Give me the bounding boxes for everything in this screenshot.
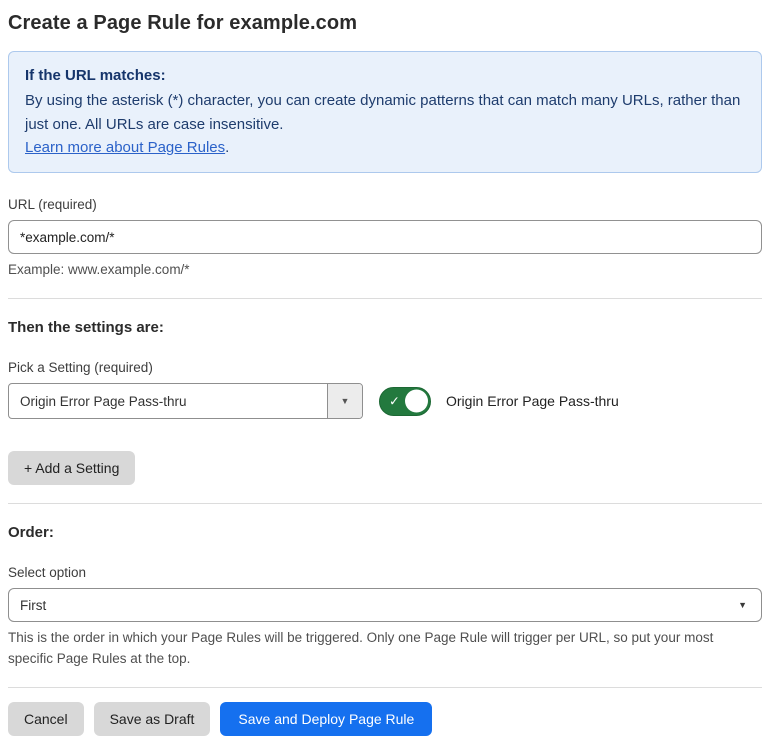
url-input[interactable]	[8, 220, 762, 254]
settings-section-heading: Then the settings are:	[8, 319, 164, 337]
info-box-heading: If the URL matches:	[25, 67, 166, 84]
toggle-knob	[405, 389, 428, 413]
toggle-label: Origin Error Page Pass-thru	[446, 393, 619, 410]
chevron-down-icon: ▼	[340, 396, 350, 407]
save-and-deploy-button[interactable]: Save and Deploy Page Rule	[220, 701, 433, 736]
order-select-value: First	[20, 597, 47, 613]
info-box-body: By using the asterisk (*) character, you…	[25, 92, 741, 133]
divider	[8, 298, 762, 300]
info-box-link-line: Learn more about Page Rules.	[25, 136, 745, 159]
url-helper-text: Example: www.example.com/*	[8, 262, 190, 277]
order-helper-text: This is the order in which your Page Rul…	[8, 630, 714, 666]
link-suffix: .	[225, 138, 230, 156]
check-icon: ✓	[389, 393, 400, 409]
setting-select-arrow-button[interactable]: ▼	[327, 384, 362, 419]
save-as-draft-button[interactable]: Save as Draft	[93, 701, 211, 736]
divider	[8, 686, 762, 688]
url-field-label: URL (required)	[8, 197, 97, 212]
url-match-info-box: If the URL matches: By using the asteris…	[8, 51, 762, 173]
pick-setting-label: Pick a Setting (required)	[8, 360, 153, 376]
page-title: Create a Page Rule for example.com	[8, 12, 358, 34]
order-select-label: Select option	[8, 565, 87, 581]
setting-select-value: Origin Error Page Pass-thru	[20, 393, 187, 409]
chevron-down-icon: ▼	[738, 600, 747, 611]
create-page-rule-form: Create a Page Rule for example.com If th…	[0, 0, 770, 748]
setting-row: Origin Error Page Pass-thru ▼ ✓ Origin E…	[8, 383, 762, 420]
toggle-group: ✓ Origin Error Page Pass-thru	[379, 386, 619, 416]
divider	[8, 503, 762, 505]
add-setting-button[interactable]: + Add a Setting	[8, 451, 136, 486]
learn-more-link[interactable]: Learn more about Page Rules	[25, 139, 225, 156]
origin-error-toggle[interactable]: ✓	[379, 386, 431, 416]
footer-actions: Cancel Save as Draft Save and Deploy Pag…	[8, 701, 762, 736]
cancel-button[interactable]: Cancel	[8, 701, 84, 736]
order-select[interactable]: First ▼	[8, 588, 762, 623]
order-section-heading: Order:	[8, 524, 54, 542]
setting-select[interactable]: Origin Error Page Pass-thru ▼	[8, 383, 363, 420]
